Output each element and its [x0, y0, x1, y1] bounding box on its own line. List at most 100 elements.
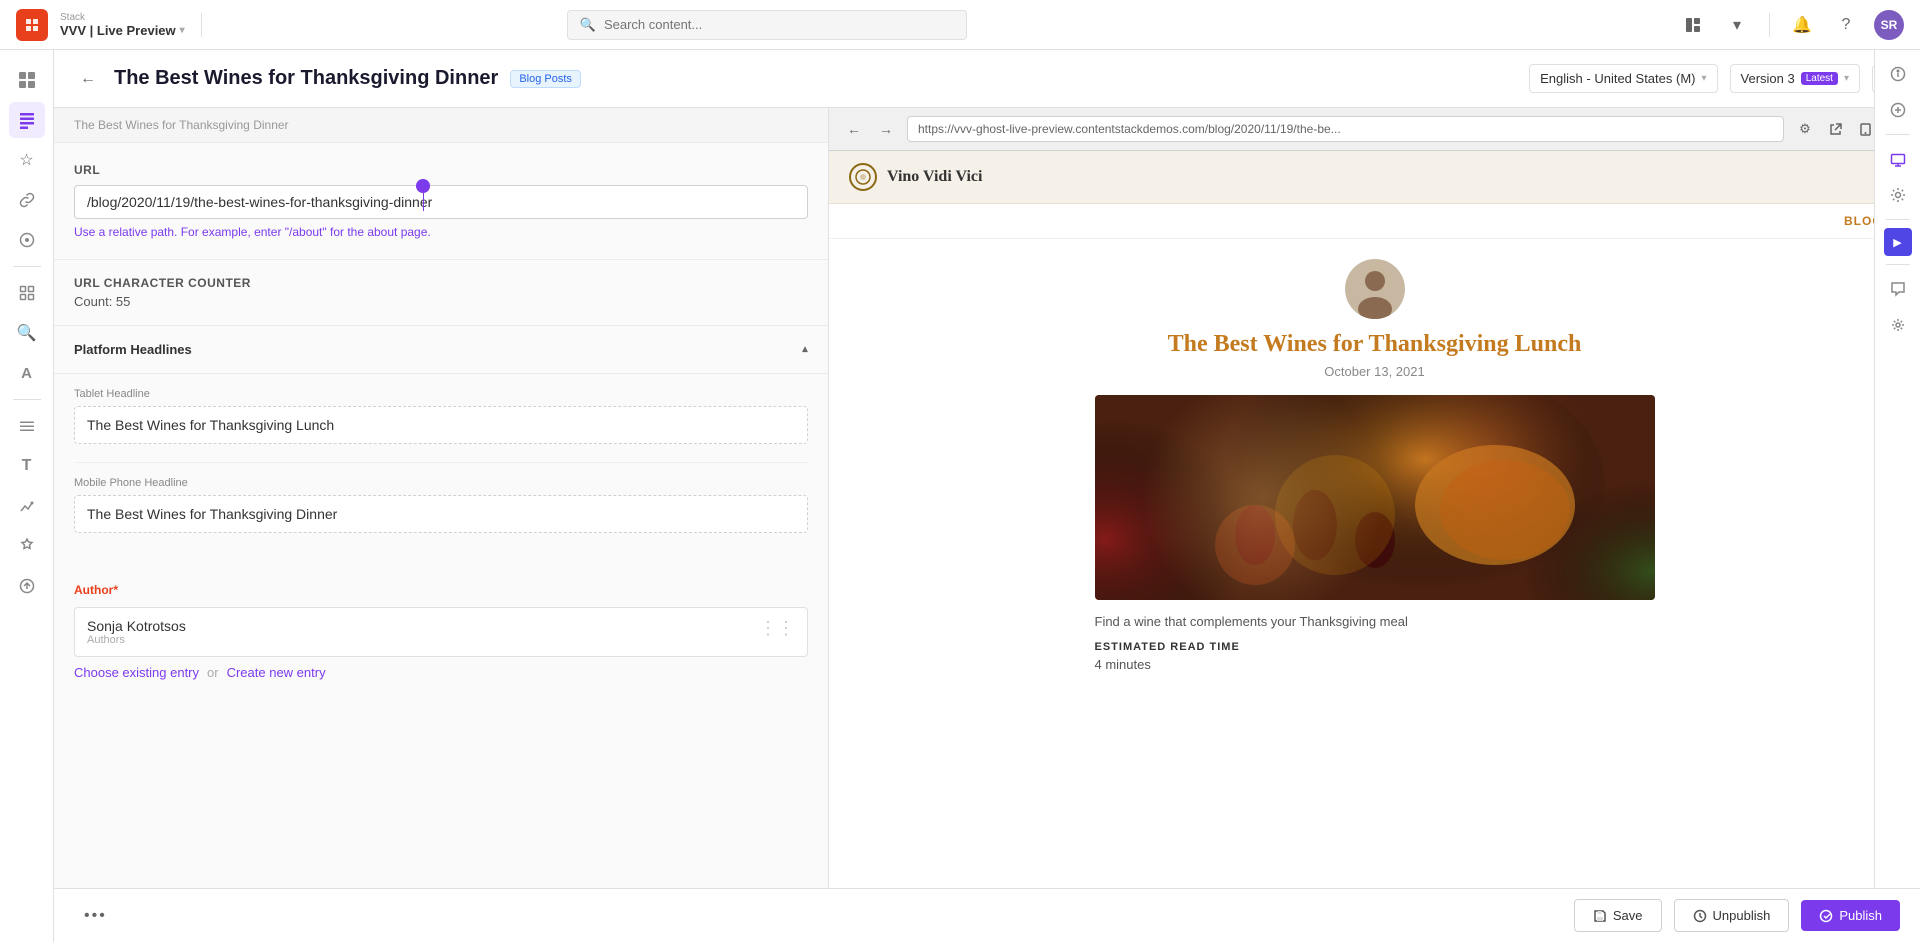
sidebar-separator — [13, 266, 41, 267]
sidebar-item-search[interactable]: 🔍 — [9, 315, 45, 351]
bottom-bar: ••• Save Unpublish Publish — [54, 888, 1920, 942]
sidebar-item-blocks[interactable] — [9, 275, 45, 311]
sidebar-item-favorites[interactable]: ☆ — [9, 142, 45, 178]
post-content: The Best Wines for Thanksgiving Lunch Oc… — [1075, 239, 1675, 692]
tablet-headline-label: Tablet Headline — [74, 388, 808, 400]
cursor-line — [423, 187, 424, 211]
unpublish-button[interactable]: Unpublish — [1674, 899, 1790, 932]
breadcrumb-bar: The Best Wines for Thanksgiving Dinner — [54, 108, 828, 143]
author-section: Author* Sonja Kotrotsos Authors ⋮⋮ Choos… — [54, 567, 828, 704]
sidebar-separator2 — [13, 399, 41, 400]
page-title: The Best Wines for Thanksgiving Dinner — [114, 67, 498, 90]
author-type: Authors — [87, 634, 186, 646]
topbar: Stack VVV | Live Preview ▾ 🔍 ▾ 🔔 ? SR — [0, 0, 1920, 50]
divider2 — [1769, 13, 1770, 37]
right-panel: ← → https://vvv-ghost-live-preview.conte… — [829, 108, 1920, 942]
browser-back-button[interactable]: ← — [841, 116, 867, 142]
more-options-button[interactable]: ••• — [74, 899, 117, 933]
sidebar-item-menu[interactable] — [9, 408, 45, 444]
mobile-headline-label: Mobile Phone Headline — [74, 477, 808, 489]
choose-existing-link[interactable]: Choose existing entry — [74, 665, 199, 680]
author-name: Sonja Kotrotsos — [87, 618, 186, 634]
version-chevron-icon: ▾ — [1844, 73, 1849, 84]
chevron-icon[interactable]: ▾ — [1721, 9, 1753, 41]
rsp-separator — [1886, 134, 1910, 135]
user-avatar[interactable]: SR — [1874, 10, 1904, 40]
chevron-down-icon[interactable]: ▾ — [180, 25, 185, 36]
create-new-link[interactable]: Create new entry — [227, 665, 326, 680]
save-button[interactable]: Save — [1574, 899, 1662, 932]
sidebar-item-dashboard[interactable] — [9, 62, 45, 98]
or-text: or — [207, 665, 219, 680]
site-header: Vino Vidi Vici — [829, 151, 1920, 204]
content-type-badge: Blog Posts — [510, 70, 581, 88]
search-bar[interactable]: 🔍 — [567, 10, 967, 40]
main-split: The Best Wines for Thanksgiving Dinner U… — [54, 108, 1920, 942]
project-info: Stack VVV | Live Preview ▾ — [60, 12, 185, 38]
rsp-chat-icon[interactable] — [1882, 273, 1914, 305]
url-input[interactable] — [74, 185, 808, 219]
post-description: Find a wine that complements your Thanks… — [1095, 614, 1655, 629]
preview-frame: Vino Vidi Vici BLOG → — [829, 151, 1920, 942]
sidebar-item-publish[interactable] — [9, 568, 45, 604]
mobile-headline-value: The Best Wines for Thanksgiving Dinner — [87, 506, 795, 522]
browser-chrome: ← → https://vvv-ghost-live-preview.conte… — [829, 108, 1920, 151]
version-label: Version 3 — [1741, 71, 1795, 86]
browser-settings-button[interactable]: ⚙ — [1792, 116, 1818, 142]
layout-icon[interactable] — [1677, 9, 1709, 41]
tablet-headline-block: Tablet Headline The Best Wines for Thank… — [74, 374, 808, 463]
rsp-preview-icon[interactable] — [1882, 143, 1914, 175]
author-label: Author* — [74, 583, 808, 597]
project-name[interactable]: VVV | Live Preview ▾ — [60, 23, 185, 38]
rsp-edit-icon[interactable] — [1882, 108, 1914, 126]
author-add-row: Choose existing entry or Create new entr… — [74, 657, 808, 688]
rsp-grid-icon[interactable] — [1882, 309, 1914, 341]
site-name: Vino Vidi Vici — [887, 168, 982, 186]
sidebar-item-extensions[interactable] — [9, 528, 45, 564]
url-section: URL Use a relative path. For example, en… — [54, 143, 828, 260]
counter-label: URL Character Counter — [74, 276, 808, 290]
post-author-avatar — [1345, 259, 1405, 319]
left-sidebar: ☆ 🔍 A T — [0, 50, 54, 942]
platform-headlines-header[interactable]: Platform Headlines ▾ — [54, 326, 828, 374]
post-author-wrap — [1095, 259, 1655, 319]
sidebar-item-links[interactable] — [9, 182, 45, 218]
rsp-settings-icon[interactable] — [1882, 179, 1914, 211]
sidebar-item-content[interactable] — [9, 102, 45, 138]
site-logo — [849, 163, 877, 191]
browser-open-button[interactable] — [1822, 116, 1848, 142]
sidebar-item-assets[interactable] — [9, 222, 45, 258]
author-drag-handle[interactable]: ⋮⋮ — [759, 618, 795, 639]
browser-url-bar[interactable]: https://vvv-ghost-live-preview.contentst… — [907, 116, 1784, 142]
estimated-label: ESTIMATED READ TIME — [1095, 641, 1655, 653]
post-title-preview: The Best Wines for Thanksgiving Lunch — [1095, 331, 1655, 358]
mobile-headline-block: Mobile Phone Headline The Best Wines for… — [74, 463, 808, 551]
back-button[interactable]: ← — [74, 65, 102, 93]
sidebar-item-typography-a[interactable]: A — [9, 355, 45, 391]
rsp-play-button[interactable]: ▶ — [1884, 228, 1912, 256]
notification-icon[interactable]: 🔔 — [1786, 9, 1818, 41]
header-actions: English - United States (M) ▾ Version 3 … — [1529, 64, 1900, 93]
url-input-wrap — [74, 185, 808, 219]
right-side-panel: ▶ — [1874, 108, 1920, 942]
locale-selector[interactable]: English - United States (M) ▾ — [1529, 64, 1717, 93]
rsp-separator2 — [1886, 219, 1910, 220]
publish-button[interactable]: Publish — [1801, 900, 1900, 931]
collapse-icon[interactable]: ▾ — [802, 343, 808, 357]
search-input[interactable] — [604, 17, 954, 32]
browser-forward-button[interactable]: → — [873, 116, 899, 142]
url-hint: Use a relative path. For example, enter … — [74, 225, 808, 239]
version-selector[interactable]: Version 3 Latest ▾ — [1730, 64, 1860, 93]
sidebar-item-text[interactable]: T — [9, 448, 45, 484]
platform-headlines-body: Tablet Headline The Best Wines for Thank… — [54, 374, 828, 567]
help-icon[interactable]: ? — [1830, 9, 1862, 41]
breadcrumb: The Best Wines for Thanksgiving Dinner — [74, 118, 289, 132]
tablet-headline-value: The Best Wines for Thanksgiving Lunch — [87, 417, 795, 433]
stack-label: Stack — [60, 12, 185, 23]
counter-value: Count: 55 — [74, 294, 808, 309]
tablet-headline-area: The Best Wines for Thanksgiving Lunch — [74, 406, 808, 444]
estimated-value: 4 minutes — [1095, 657, 1655, 672]
url-label: URL — [74, 163, 808, 177]
app-logo[interactable] — [16, 9, 48, 41]
sidebar-item-analytics[interactable] — [9, 488, 45, 524]
